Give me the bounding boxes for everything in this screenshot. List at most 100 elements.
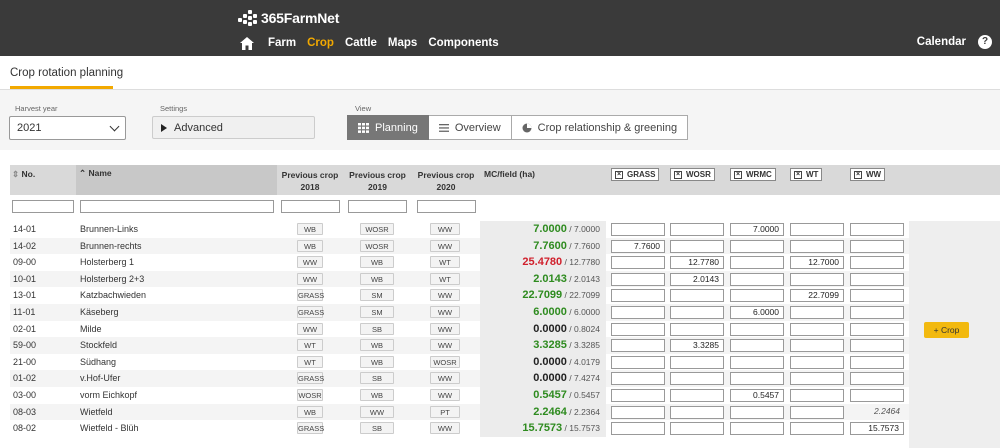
allocation-input[interactable] <box>611 306 665 319</box>
filter-name-input[interactable] <box>80 200 274 213</box>
allocation-input[interactable] <box>611 223 665 236</box>
table-row[interactable]: 01-02 v.Hof-Ufer GRASS SB WW 0.0000 / 7.4274 <box>10 370 1000 387</box>
table-row[interactable]: 09-00 Holsterberg 1 WW WB WT 25.4780 / 12.778… <box>10 254 1000 271</box>
remove-crop-icon[interactable]: × <box>734 170 742 179</box>
allocation-input[interactable] <box>790 355 844 369</box>
allocation-input[interactable] <box>790 339 844 353</box>
filter-prev2018-input[interactable] <box>281 200 340 213</box>
remove-crop-icon[interactable]: × <box>854 170 862 179</box>
nav-crop[interactable]: Crop <box>307 37 334 49</box>
col-no-header[interactable]: ⇕ No. <box>10 165 76 195</box>
allocation-input[interactable] <box>850 389 904 402</box>
allocation-input[interactable] <box>670 306 724 319</box>
allocation-input[interactable]: 7.7600 <box>611 239 665 253</box>
calendar-link[interactable]: Calendar <box>917 36 966 48</box>
remove-crop-icon[interactable]: × <box>794 170 802 179</box>
table-row[interactable]: 08-03 Wietfeld WB WW PT 2.2464 / 2.2364 2.2464 <box>10 403 1000 421</box>
app-logo[interactable]: 365FarmNet <box>238 9 339 27</box>
allocation-input[interactable]: 3.3285 <box>670 339 724 353</box>
allocation-input[interactable] <box>670 372 724 386</box>
allocation-input[interactable]: 15.7573 <box>850 422 904 436</box>
allocation-input[interactable] <box>730 239 784 253</box>
filter-no-input[interactable] <box>12 200 74 213</box>
table-row[interactable]: 13-01 Katzbachwieden GRASS SM WW 22.7099 / 22… <box>10 287 1000 304</box>
table-row[interactable]: 11-01 Käseberg GRASS SM WW 6.0000 / 6.0000 6.0… <box>10 304 1000 321</box>
allocation-input[interactable] <box>670 422 724 436</box>
allocation-input[interactable] <box>670 405 724 419</box>
allocation-input[interactable] <box>670 322 724 336</box>
allocation-input[interactable] <box>790 389 844 402</box>
allocation-input[interactable] <box>730 422 784 436</box>
filter-prev2019-input[interactable] <box>348 200 407 213</box>
nav-cattle[interactable]: Cattle <box>345 37 377 49</box>
home-icon[interactable] <box>240 36 254 50</box>
filter-prev2020-input[interactable] <box>417 200 476 213</box>
allocation-input[interactable] <box>730 322 784 336</box>
help-icon[interactable]: ? <box>978 35 992 49</box>
table-row[interactable]: 21-00 Südhang WT WB WOSR 0.0000 / 4.0179 <box>10 353 1000 371</box>
view-overview-button[interactable]: Overview <box>428 115 512 140</box>
allocation-input[interactable] <box>790 272 844 286</box>
nav-farm[interactable]: Farm <box>268 37 296 49</box>
table-row[interactable]: 14-01 Brunnen-Links WB WOSR WW 7.0000 / 7.000… <box>10 221 1000 238</box>
nav-components[interactable]: Components <box>428 37 498 49</box>
allocation-input[interactable] <box>790 372 844 386</box>
remove-crop-icon[interactable]: × <box>674 170 682 179</box>
table-row[interactable]: 14-02 Brunnen-rechts WB WOSR WW 7.7600 / 7.76… <box>10 237 1000 255</box>
allocation-input[interactable] <box>670 223 724 236</box>
allocation-input[interactable] <box>850 322 904 336</box>
allocation-input[interactable] <box>611 422 665 436</box>
allocation-input[interactable] <box>670 355 724 369</box>
allocation-input[interactable] <box>730 272 784 286</box>
allocation-input[interactable] <box>790 322 844 336</box>
allocation-input[interactable] <box>850 372 904 386</box>
allocation-input[interactable] <box>670 389 724 402</box>
view-greening-button[interactable]: Crop relationship & greening <box>511 115 689 140</box>
allocation-input[interactable] <box>790 405 844 419</box>
allocation-input[interactable]: 7.0000 <box>730 223 784 236</box>
crop-tag[interactable]: × WW <box>850 168 886 181</box>
allocation-input[interactable] <box>850 355 904 369</box>
allocation-input[interactable] <box>611 322 665 336</box>
allocation-input[interactable] <box>611 272 665 286</box>
allocation-input[interactable]: 12.7000 <box>790 256 844 270</box>
table-row[interactable]: 03-00 vorm Eichkopf WOSR WB WW 0.5457 / 0.545… <box>10 387 1000 404</box>
allocation-input[interactable] <box>611 339 665 353</box>
allocation-input[interactable] <box>790 306 844 319</box>
table-row[interactable]: 10-01 Holsterberg 2+3 WW WB WT 2.0143 / 2.014… <box>10 270 1000 288</box>
allocation-input[interactable] <box>611 372 665 386</box>
allocation-input[interactable] <box>850 272 904 286</box>
table-row[interactable]: 59-00 Stockfeld WT WB WW 3.3285 / 3.3285 3.328… <box>10 337 1000 354</box>
allocation-input[interactable] <box>850 306 904 319</box>
crop-tag[interactable]: × WOSR <box>670 168 715 181</box>
allocation-input[interactable] <box>850 339 904 353</box>
allocation-input[interactable]: 2.0143 <box>670 272 724 286</box>
allocation-input[interactable] <box>850 223 904 236</box>
allocation-input[interactable] <box>850 256 904 270</box>
allocation-input[interactable]: 12.7780 <box>670 256 724 270</box>
allocation-input[interactable] <box>730 256 784 270</box>
allocation-input[interactable] <box>730 355 784 369</box>
allocation-input[interactable] <box>611 355 665 369</box>
crop-tag[interactable]: × WRMC <box>730 168 776 181</box>
allocation-input[interactable]: 22.7099 <box>790 289 844 303</box>
view-planning-button[interactable]: Planning <box>347 115 429 140</box>
allocation-input[interactable] <box>611 389 665 402</box>
allocation-input[interactable]: 0.5457 <box>730 389 784 402</box>
nav-maps[interactable]: Maps <box>388 37 417 49</box>
allocation-input[interactable] <box>730 339 784 353</box>
crop-tag[interactable]: × WT <box>790 168 823 181</box>
table-row[interactable]: 08-02 Wietfeld - Blüh GRASS SB WW 15.7573 / 1… <box>10 420 1000 437</box>
settings-toggle[interactable]: Advanced <box>152 116 315 139</box>
allocation-input[interactable] <box>730 372 784 386</box>
allocation-input[interactable] <box>670 289 724 303</box>
allocation-input[interactable] <box>850 289 904 303</box>
allocation-input[interactable] <box>611 256 665 270</box>
crop-tag[interactable]: × GRASS <box>611 168 660 181</box>
remove-crop-icon[interactable]: × <box>615 170 623 179</box>
allocation-input[interactable] <box>730 289 784 303</box>
allocation-input[interactable] <box>790 239 844 253</box>
allocation-input[interactable] <box>850 239 904 253</box>
allocation-input[interactable] <box>790 223 844 236</box>
allocation-input[interactable] <box>730 405 784 419</box>
